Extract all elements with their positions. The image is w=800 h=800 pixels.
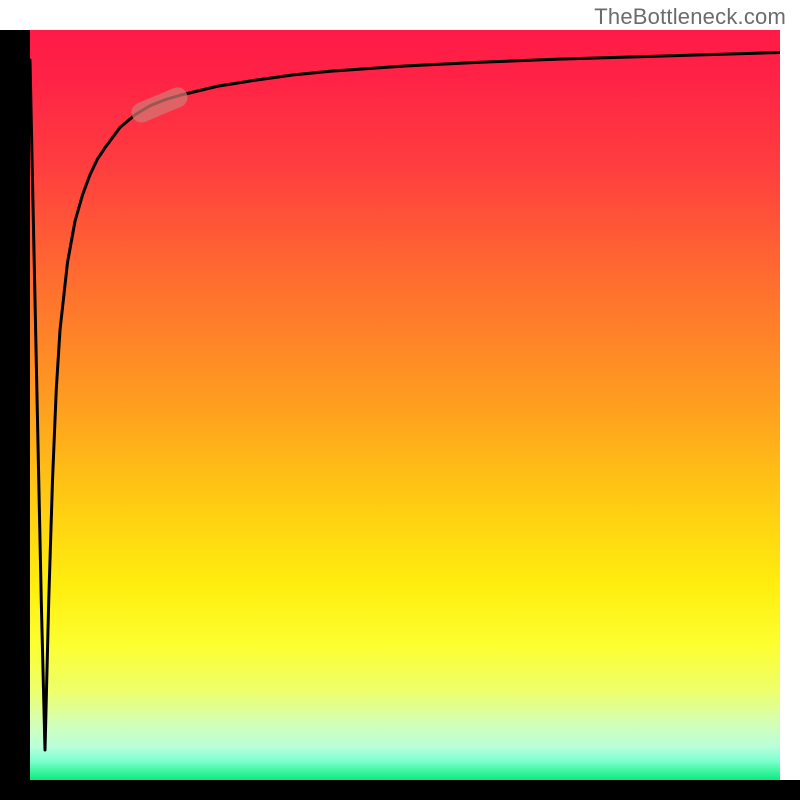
curve-layer (30, 30, 780, 780)
chart-stage: TheBottleneck.com (0, 0, 800, 800)
plot-area (30, 30, 780, 780)
bottleneck-curve (30, 53, 780, 751)
y-axis (0, 30, 30, 780)
x-axis (0, 780, 800, 800)
watermark-text: TheBottleneck.com (594, 4, 786, 30)
